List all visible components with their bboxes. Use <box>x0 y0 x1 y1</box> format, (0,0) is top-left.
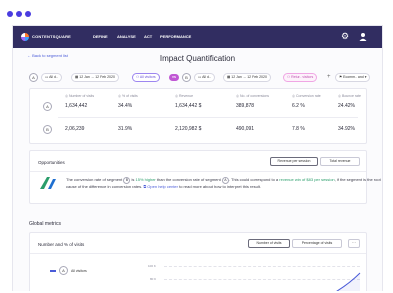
segment-b-date-label: 12 Jan → 12 Feb 2020 <box>231 75 267 79</box>
window-chrome <box>0 0 393 25</box>
nav-item-act[interactable]: ACT <box>144 34 152 39</box>
metric-b-visits: 2,06,239 <box>65 126 85 132</box>
opp-text-3: than the conversion rate of segment <box>156 177 221 182</box>
metric-label-conversion-rate: ◎ Conversion rate <box>292 94 321 98</box>
metrics-row-a-badge: A <box>43 102 52 111</box>
segment-filter-bar: A ▭ All d.. ▦ 12 Jan → 12 Feb 2020 ⚇ All… <box>29 73 371 83</box>
metric-label-conversions: ◎ No. of conversions <box>236 94 270 98</box>
percentage-of-visits-tab[interactable]: Percentage of visits <box>292 239 342 248</box>
more-options-button[interactable]: ··· <box>348 239 360 248</box>
metric-a-conversions: 389,878 <box>236 103 255 109</box>
opp-text-1: The conversion rate of segment <box>66 177 123 182</box>
metric-label-conversions-text: No. of conversions <box>240 94 270 98</box>
segment-b-date-filter[interactable]: ▦ 12 Jan → 12 Feb 2020 <box>223 73 271 82</box>
user-icon[interactable] <box>359 32 367 42</box>
segment-a-device-filter[interactable]: ▭ All d.. <box>41 73 62 82</box>
screenshot-frame: CONTENTSQUARE DEFINE ANALYSE ACT PERFORM… <box>0 0 393 293</box>
page-title: Impact Quantification <box>159 54 236 63</box>
global-metrics-title: Global metrics <box>29 221 61 227</box>
visits-chart-card: Number and % of visits Number of visits … <box>29 232 367 291</box>
metric-b-revenue: 2,120,982 $ <box>175 126 202 132</box>
settings-gear-icon[interactable]: ⚙ <box>341 31 351 41</box>
brand-logo-icon[interactable] <box>21 33 29 41</box>
number-of-visits-tab[interactable]: Number of visits <box>248 239 290 248</box>
nav-item-analyse[interactable]: ANALYSE <box>117 34 136 39</box>
legend-line-swatch <box>50 270 56 272</box>
segment-a-date-label: 12 Jan → 12 Feb 2020 <box>79 75 115 79</box>
metric-label-revenue-text: Revenue <box>179 94 194 98</box>
opportunity-description: The conversion rate of segment B is 15% … <box>66 177 382 191</box>
brand-name[interactable]: CONTENTSQUARE <box>32 34 71 39</box>
opportunity-arrow-icon <box>40 177 56 189</box>
nav-item-define[interactable]: DEFINE <box>93 34 108 39</box>
opp-text-6: to read more about how to interpret this… <box>179 184 261 189</box>
opp-segment-b-badge: B <box>123 177 131 184</box>
metric-label-bounce-rate-text: Bounce rate <box>342 94 361 98</box>
metric-b-conversions: 490,091 <box>236 126 255 132</box>
opp-highlight-revenue: revenue win of $83 per session <box>279 177 335 182</box>
revenue-per-session-tab[interactable]: Revenue per session <box>270 157 318 166</box>
metric-a-pct-visits: 34.4% <box>118 103 133 109</box>
metric-label-visits-text: Number of visits <box>69 94 95 98</box>
metric-label-revenue: ◎ Revenue <box>175 94 194 98</box>
goal-filter[interactable]: ⚑ Ecomm.. and ▾ <box>335 73 371 82</box>
add-filter-button[interactable]: + <box>327 73 331 82</box>
window-dot-minimize[interactable] <box>16 11 22 17</box>
app-window: CONTENTSQUARE DEFINE ANALYSE ACT PERFORM… <box>12 25 383 291</box>
opp-text-4: . This could correspond to a <box>228 177 279 182</box>
metric-a-visits: 1,634,442 <box>65 103 88 109</box>
legend-all-visitors[interactable]: All visitors <box>71 269 87 273</box>
y-tick-100k: 100 K <box>148 264 156 268</box>
help-center-link[interactable]: ⧉ Open help center <box>143 184 178 189</box>
metric-label-visits: ◎ Number of visits <box>65 94 95 98</box>
segment-b-visitor-label: Retur.. visitors <box>291 75 314 79</box>
segment-a-date-filter[interactable]: ▦ 12 Jan → 12 Feb 2020 <box>71 73 119 82</box>
goal-filter-label: Ecomm.. and <box>343 75 364 79</box>
nav-item-performance[interactable]: PERFORMANCE <box>160 34 191 39</box>
opp-segment-a-badge: A <box>221 177 229 184</box>
top-nav: CONTENTSQUARE DEFINE ANALYSE ACT PERFORM… <box>13 26 382 48</box>
metric-label-conversion-rate-text: Conversion rate <box>296 94 321 98</box>
visits-chart-title: Number and % of visits <box>38 242 85 247</box>
metrics-comparison-card: A B ◎ Number of visits ◎ % of visits ◎ R… <box>29 88 367 144</box>
vs-badge: VS <box>169 74 179 81</box>
metric-a-revenue: 1,634,442 $ <box>175 103 202 109</box>
opportunities-card: Opportunities Revenue per session Total … <box>29 150 381 204</box>
segment-a-visitor-filter[interactable]: ⚇ All visitors <box>132 73 160 82</box>
metric-a-bounce-rate: 24.42% <box>338 103 355 109</box>
segment-b-badge[interactable]: B <box>182 73 191 82</box>
opportunities-divider <box>30 171 366 172</box>
help-center-link-text: Open help center <box>147 184 178 189</box>
metric-label-pct-visits-text: % of visits <box>122 94 138 98</box>
segment-b-device-filter[interactable]: ▭ All d.. <box>194 73 215 82</box>
metrics-row-b-badge: B <box>43 125 52 134</box>
segment-a-visitor-label: All visitors <box>139 75 156 79</box>
metric-label-pct-visits: ◎ % of visits <box>118 94 138 98</box>
segment-b-visitor-filter[interactable]: ⚇ Retur.. visitors <box>283 73 318 82</box>
metric-b-pct-visits: 31.9% <box>118 126 133 132</box>
metric-label-bounce-rate: ◎ Bounce rate <box>338 94 361 98</box>
opp-text-2: is <box>131 177 135 182</box>
legend-segment-a-badge: A <box>59 266 68 275</box>
metric-b-conversion-rate: 7.8 % <box>292 126 305 132</box>
segment-b-device-label: All d.. <box>202 75 211 79</box>
chevron-down-icon: ▾ <box>363 75 367 79</box>
y-tick-80k: 80 K <box>150 277 157 281</box>
segment-a-device-label: All d.. <box>49 75 58 79</box>
window-dot-maximize[interactable] <box>25 11 31 17</box>
metric-a-conversion-rate: 6.2 % <box>292 103 305 109</box>
chart-card-divider <box>30 253 366 254</box>
metrics-divider <box>58 117 358 118</box>
total-revenue-tab[interactable]: Total revenue <box>320 157 360 166</box>
window-dot-close[interactable] <box>7 11 13 17</box>
segment-a-badge[interactable]: A <box>29 73 38 82</box>
opp-highlight-pct: 15% higher <box>135 177 156 182</box>
opportunities-title: Opportunities <box>38 160 65 165</box>
visits-line-series <box>336 272 361 291</box>
metric-b-bounce-rate: 34.92% <box>338 126 355 132</box>
